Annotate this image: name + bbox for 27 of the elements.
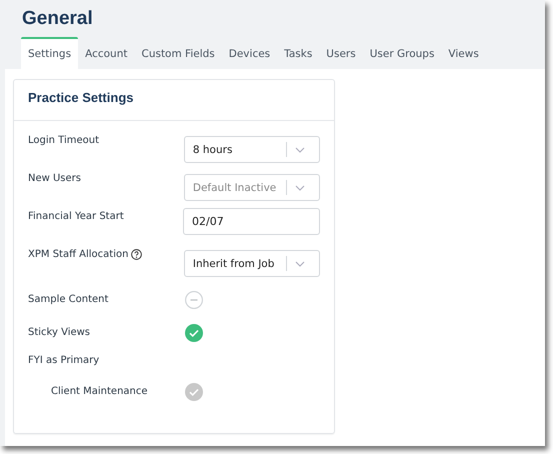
- tab[interactable]: Views: [441, 37, 486, 69]
- tab[interactable]: Tasks: [277, 37, 320, 69]
- tab[interactable]: Devices: [222, 37, 278, 69]
- tab[interactable]: Settings: [21, 37, 78, 69]
- field-label: XPM Staff Allocation: [28, 249, 128, 260]
- check-toggle[interactable]: [185, 324, 203, 342]
- dropdown[interactable]: Inherit from Job: [184, 250, 320, 277]
- card-title: Practice Settings: [14, 80, 334, 121]
- field-label: New Users: [28, 173, 81, 184]
- caret-icon: [295, 260, 305, 266]
- help-icon[interactable]: [131, 249, 142, 260]
- off-toggle[interactable]: [185, 290, 203, 308]
- field-label: Sample Content: [28, 294, 108, 305]
- tab[interactable]: User Groups: [362, 37, 442, 69]
- group-label: FYI as Primary: [28, 354, 100, 368]
- page-title: General: [22, 7, 94, 31]
- field-label: Login Timeout: [28, 135, 100, 146]
- tab[interactable]: Account: [78, 37, 134, 69]
- field-label: Financial Year Start: [28, 211, 124, 222]
- tab[interactable]: Custom Fields: [134, 37, 222, 69]
- field-label: Sticky Views: [28, 327, 90, 338]
- caret-icon: [295, 146, 305, 152]
- caret-icon: [295, 184, 305, 190]
- tab[interactable]: Users: [319, 37, 363, 69]
- dropdown[interactable]: 8 hours: [184, 136, 320, 163]
- field-label: Client Maintenance: [51, 386, 148, 397]
- input-field[interactable]: 02/07: [183, 208, 320, 235]
